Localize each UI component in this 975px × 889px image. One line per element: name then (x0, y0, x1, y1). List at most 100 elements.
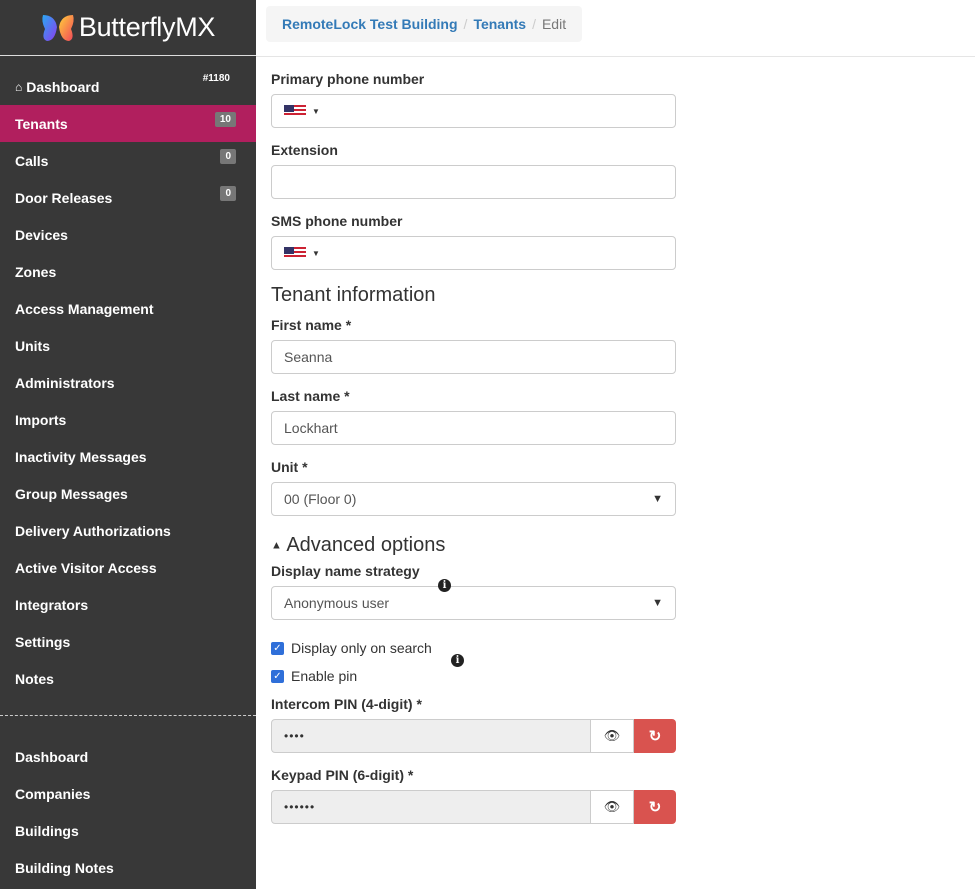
breadcrumb: RemoteLock Test Building / Tenants / Edi… (266, 6, 583, 42)
breadcrumb-tenants-link[interactable]: Tenants (473, 16, 526, 32)
sidebar-item-access-management[interactable]: Access Management (0, 290, 256, 327)
sidebar-item-delivery-authorizations[interactable]: Delivery Authorizations (0, 512, 256, 549)
count-badge: 10 (214, 112, 236, 127)
extension-input[interactable] (271, 165, 676, 199)
caret-down-icon: ▼ (652, 597, 663, 609)
sidebar-item-label: Inactivity Messages (15, 448, 147, 465)
intercom-pin-group: •••• 👁 ↻ (271, 719, 676, 753)
unit-label: Unit * (271, 459, 308, 475)
tenant-info-heading: Tenant information (271, 284, 436, 306)
sidebar-item-label: Dashboard (26, 78, 100, 95)
last-name-label: Last name * (271, 388, 350, 404)
breadcrumb-separator: / (532, 16, 536, 32)
sidebar-item-companies[interactable]: Companies (0, 775, 256, 812)
sidebar-item-settings[interactable]: Settings (0, 623, 256, 660)
us-flag-icon (284, 105, 306, 117)
advanced-options-heading: Advanced options (286, 534, 446, 556)
show-keypad-pin-button[interactable]: 👁 (591, 790, 634, 824)
sms-phone-label: SMS phone number (271, 213, 403, 229)
sidebar-item-global-dashboard[interactable]: Dashboard (0, 738, 256, 775)
display-name-strategy-value: Anonymous user (284, 595, 390, 611)
sidebar-item-label: Settings (15, 633, 71, 650)
keypad-pin-group: •••••• 👁 ↻ (271, 790, 676, 824)
breadcrumb-current: Edit (541, 16, 567, 32)
checkbox-checked-icon: ✓ (271, 641, 284, 655)
sidebar-item-label: Administrators (15, 374, 115, 391)
sidebar-item-inactivity-messages[interactable]: Inactivity Messages (0, 438, 256, 475)
sidebar-item-label: Building Notes (15, 859, 114, 876)
refresh-icon: ↻ (648, 728, 662, 745)
topbar: RemoteLock Test Building / Tenants / Edi… (256, 0, 975, 57)
sidebar-item-label: Tenants (15, 115, 68, 132)
info-icon[interactable]: i (451, 654, 464, 667)
sidebar-item-dashboard[interactable]: ⌂ Dashboard #1180 (0, 68, 256, 105)
intercom-pin-input[interactable]: •••• (271, 719, 591, 753)
sidebar-item-zones[interactable]: Zones (0, 253, 256, 290)
extension-label: Extension (271, 142, 338, 158)
breadcrumb-building-link[interactable]: RemoteLock Test Building (282, 16, 458, 32)
sidebar-item-label: Integrators (15, 596, 89, 613)
sidebar-item-label: Access Management (15, 300, 154, 317)
show-intercom-pin-button[interactable]: 👁 (591, 719, 634, 753)
app-name: ButterflyMX (78, 12, 216, 42)
sidebar-item-label: Door Releases (15, 189, 113, 206)
unit-select[interactable]: 00 (Floor 0) ▼ (271, 482, 676, 516)
sidebar-nav: ⌂ Dashboard #1180 Tenants 10 Calls 0 Doo… (0, 56, 256, 886)
butterfly-logo-icon (42, 14, 74, 41)
sidebar-item-label: Delivery Authorizations (15, 522, 171, 539)
sidebar-item-tenants[interactable]: Tenants 10 (0, 105, 256, 142)
home-icon: ⌂ (15, 79, 23, 94)
us-flag-icon (284, 247, 306, 259)
keypad-pin-label: Keypad PIN (6-digit) * (271, 767, 414, 783)
country-flag-dropdown[interactable]: ▼ (284, 105, 320, 117)
primary-phone-input[interactable]: ▼ (271, 94, 676, 128)
sidebar-item-integrators[interactable]: Integrators (0, 586, 256, 623)
regenerate-keypad-pin-button[interactable]: ↻ (634, 790, 676, 824)
checkbox-checked-icon: ✓ (271, 669, 284, 683)
country-flag-dropdown[interactable]: ▼ (284, 247, 320, 259)
sidebar-item-label: Zones (15, 263, 57, 280)
keypad-pin-input[interactable]: •••••• (271, 790, 591, 824)
caret-down-icon: ▼ (312, 106, 320, 116)
sidebar-item-label: Active Visitor Access (15, 559, 157, 576)
caret-down-icon: ▼ (312, 248, 320, 258)
sidebar-item-label: Calls (15, 152, 49, 169)
last-name-input[interactable]: Lockhart (271, 411, 676, 445)
enable-pin-label: Enable pin (291, 668, 358, 684)
advanced-options-toggle[interactable]: ▲ Advanced options (271, 534, 676, 557)
enable-pin-checkbox[interactable]: ✓ Enable pin (271, 668, 676, 684)
sidebar-item-calls[interactable]: Calls 0 (0, 142, 256, 179)
sidebar-divider (0, 715, 256, 716)
sidebar-item-door-releases[interactable]: Door Releases 0 (0, 179, 256, 216)
sidebar-item-label: Companies (15, 785, 91, 802)
logo[interactable]: ButterflyMX (0, 0, 256, 56)
breadcrumb-separator: / (463, 16, 468, 32)
sms-phone-input[interactable]: ▼ (271, 236, 676, 270)
sidebar-item-active-visitor-access[interactable]: Active Visitor Access (0, 549, 256, 586)
caret-down-icon: ▼ (652, 493, 663, 505)
sidebar-item-devices[interactable]: Devices (0, 216, 256, 253)
sidebar-item-administrators[interactable]: Administrators (0, 364, 256, 401)
sidebar-item-building-notes[interactable]: Building Notes (0, 849, 256, 886)
tenant-edit-form: Primary phone number ▼ Extension SMS pho… (271, 57, 676, 838)
first-name-input[interactable]: Seanna (271, 340, 676, 374)
sidebar-item-label: Notes (15, 670, 54, 687)
sidebar-item-label: Units (15, 337, 50, 354)
sidebar-item-label: Dashboard (15, 748, 89, 765)
sidebar-item-imports[interactable]: Imports (0, 401, 256, 438)
caret-up-icon: ▲ (271, 539, 282, 552)
display-name-strategy-label: Display name strategy (271, 563, 420, 579)
sidebar-item-units[interactable]: Units (0, 327, 256, 364)
refresh-icon: ↻ (648, 799, 662, 816)
display-name-strategy-select[interactable]: Anonymous user ▼ (271, 586, 676, 620)
building-number: #1180 (202, 73, 230, 84)
sidebar-item-notes[interactable]: Notes (0, 660, 256, 697)
count-badge: 0 (220, 149, 236, 164)
info-icon[interactable]: i (438, 579, 451, 592)
sidebar-item-buildings[interactable]: Buildings (0, 812, 256, 849)
display-only-on-search-label: Display only on search (291, 640, 432, 656)
display-only-on-search-checkbox[interactable]: ✓ Display only on search (271, 640, 676, 656)
sidebar-item-group-messages[interactable]: Group Messages (0, 475, 256, 512)
regenerate-intercom-pin-button[interactable]: ↻ (634, 719, 676, 753)
sidebar-item-label: Devices (15, 226, 68, 243)
